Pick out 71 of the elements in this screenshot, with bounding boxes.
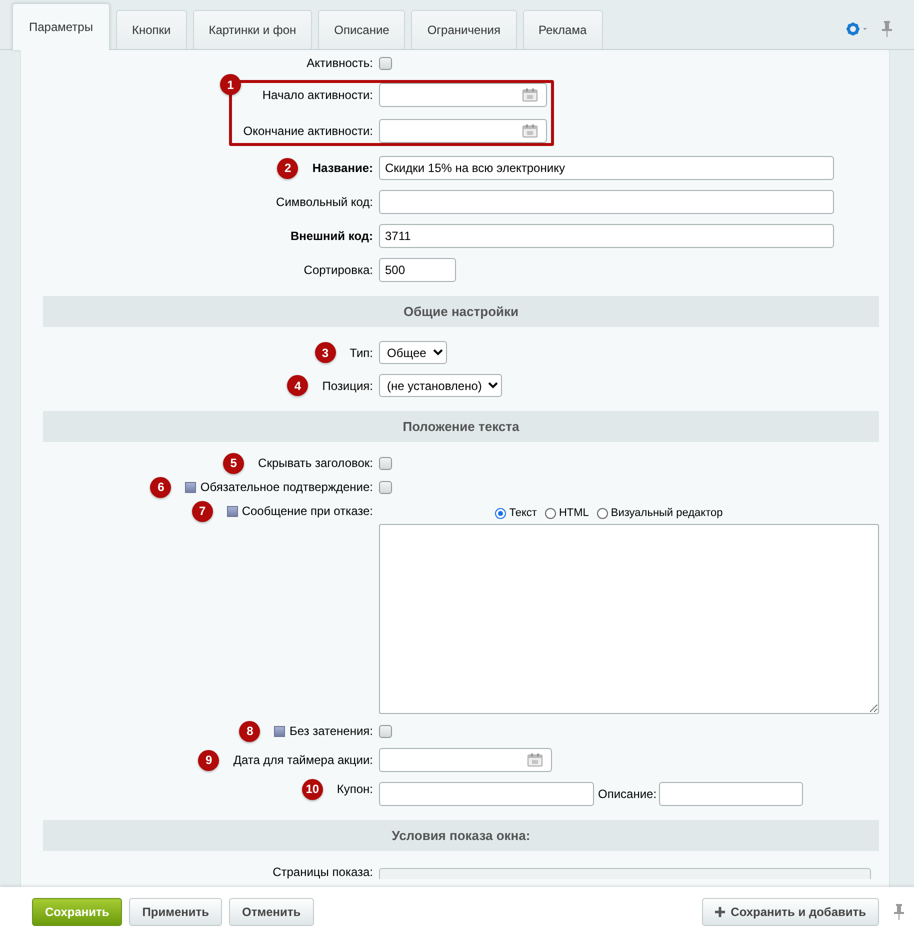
number-badge: 4	[287, 375, 308, 396]
field-label: Сортировка:	[304, 263, 373, 277]
tab[interactable]: Описание	[318, 10, 406, 49]
tab[interactable]: Ограничения	[411, 10, 516, 49]
text-field[interactable]: Скидки 15% на всю электронику	[379, 156, 834, 180]
action-button[interactable]: Применить	[129, 898, 222, 926]
tab[interactable]: Кнопки	[116, 10, 187, 49]
number-badge: 6	[150, 476, 172, 498]
number-badge: 10	[302, 778, 323, 800]
action-button[interactable]: Отменить	[229, 898, 314, 926]
checkbox[interactable]	[379, 456, 392, 470]
calendar-icon[interactable]	[522, 124, 538, 138]
field-label: Символьный код:	[276, 195, 373, 209]
number-badge: 2	[277, 158, 298, 178]
field-label: Название:	[312, 161, 373, 175]
date-field[interactable]	[379, 119, 547, 143]
plus-icon	[714, 907, 725, 917]
tab[interactable]: Реклама	[522, 10, 603, 49]
checkbox[interactable]	[379, 56, 392, 70]
calendar-icon[interactable]	[527, 753, 543, 767]
radio-button[interactable]	[495, 508, 506, 518]
field-label: Страницы показа:	[272, 865, 373, 879]
settings-icon[interactable]	[846, 22, 868, 36]
dropdown[interactable]: (не установлено)	[379, 374, 502, 397]
radio-label: Визуальный редактор	[610, 507, 723, 519]
field-label: Купон:	[336, 782, 373, 796]
field-label: Внешний код:	[290, 229, 373, 243]
description-field[interactable]	[658, 782, 803, 806]
radio-label: Текст	[509, 507, 537, 519]
text-field[interactable]: 500	[379, 258, 456, 282]
field-label: Дата для таймера акции:	[233, 753, 373, 767]
checkbox[interactable]	[379, 724, 392, 738]
save-and-add-button[interactable]: Сохранить и добавить	[702, 898, 879, 926]
help-icon[interactable]	[226, 506, 238, 516]
field-label: Обязательное подтверждение:	[200, 480, 373, 494]
radio-button[interactable]	[544, 508, 556, 518]
field-label: Начало активности:	[262, 88, 373, 102]
number-badge: 5	[223, 452, 244, 474]
text-field[interactable]	[379, 868, 871, 879]
text-field[interactable]: 3711	[379, 224, 834, 248]
section-header: Общие настройки	[43, 296, 879, 327]
coupon-field[interactable]	[379, 782, 594, 806]
date-field[interactable]	[379, 83, 547, 107]
help-icon[interactable]	[274, 726, 286, 736]
help-icon[interactable]	[185, 482, 196, 492]
field-label: Тип:	[350, 346, 373, 360]
field-label: Без затенения:	[289, 724, 373, 738]
number-badge: 8	[239, 720, 260, 742]
pin-icon[interactable]	[894, 904, 904, 920]
field-label: Окончание активности:	[243, 124, 373, 138]
tab[interactable]: Параметры	[12, 3, 110, 50]
calendar-icon[interactable]	[522, 88, 538, 102]
number-badge: 9	[198, 750, 220, 770]
dropdown[interactable]: Общее	[379, 341, 447, 364]
section-header: Положение текста	[43, 411, 879, 442]
field-label: Скрывать заголовок:	[258, 456, 373, 470]
checkbox[interactable]	[379, 480, 392, 494]
pin-icon[interactable]	[882, 21, 892, 37]
field-label: Активность:	[306, 56, 373, 70]
text-field[interactable]	[379, 190, 834, 214]
number-badge: 7	[192, 500, 213, 522]
field-label: Позиция:	[322, 378, 373, 392]
radio-button[interactable]	[596, 508, 608, 518]
field-label: Описание:	[598, 787, 657, 801]
section-header: Условия показа окна:	[43, 820, 879, 851]
tab[interactable]: Картинки и фон	[192, 10, 312, 49]
number-badge: 3	[314, 342, 336, 363]
date-field[interactable]	[379, 748, 552, 772]
field-label: Сообщение при отказе:	[242, 504, 373, 518]
number-badge: 1	[220, 74, 241, 95]
radio-label: HTML	[558, 507, 589, 519]
